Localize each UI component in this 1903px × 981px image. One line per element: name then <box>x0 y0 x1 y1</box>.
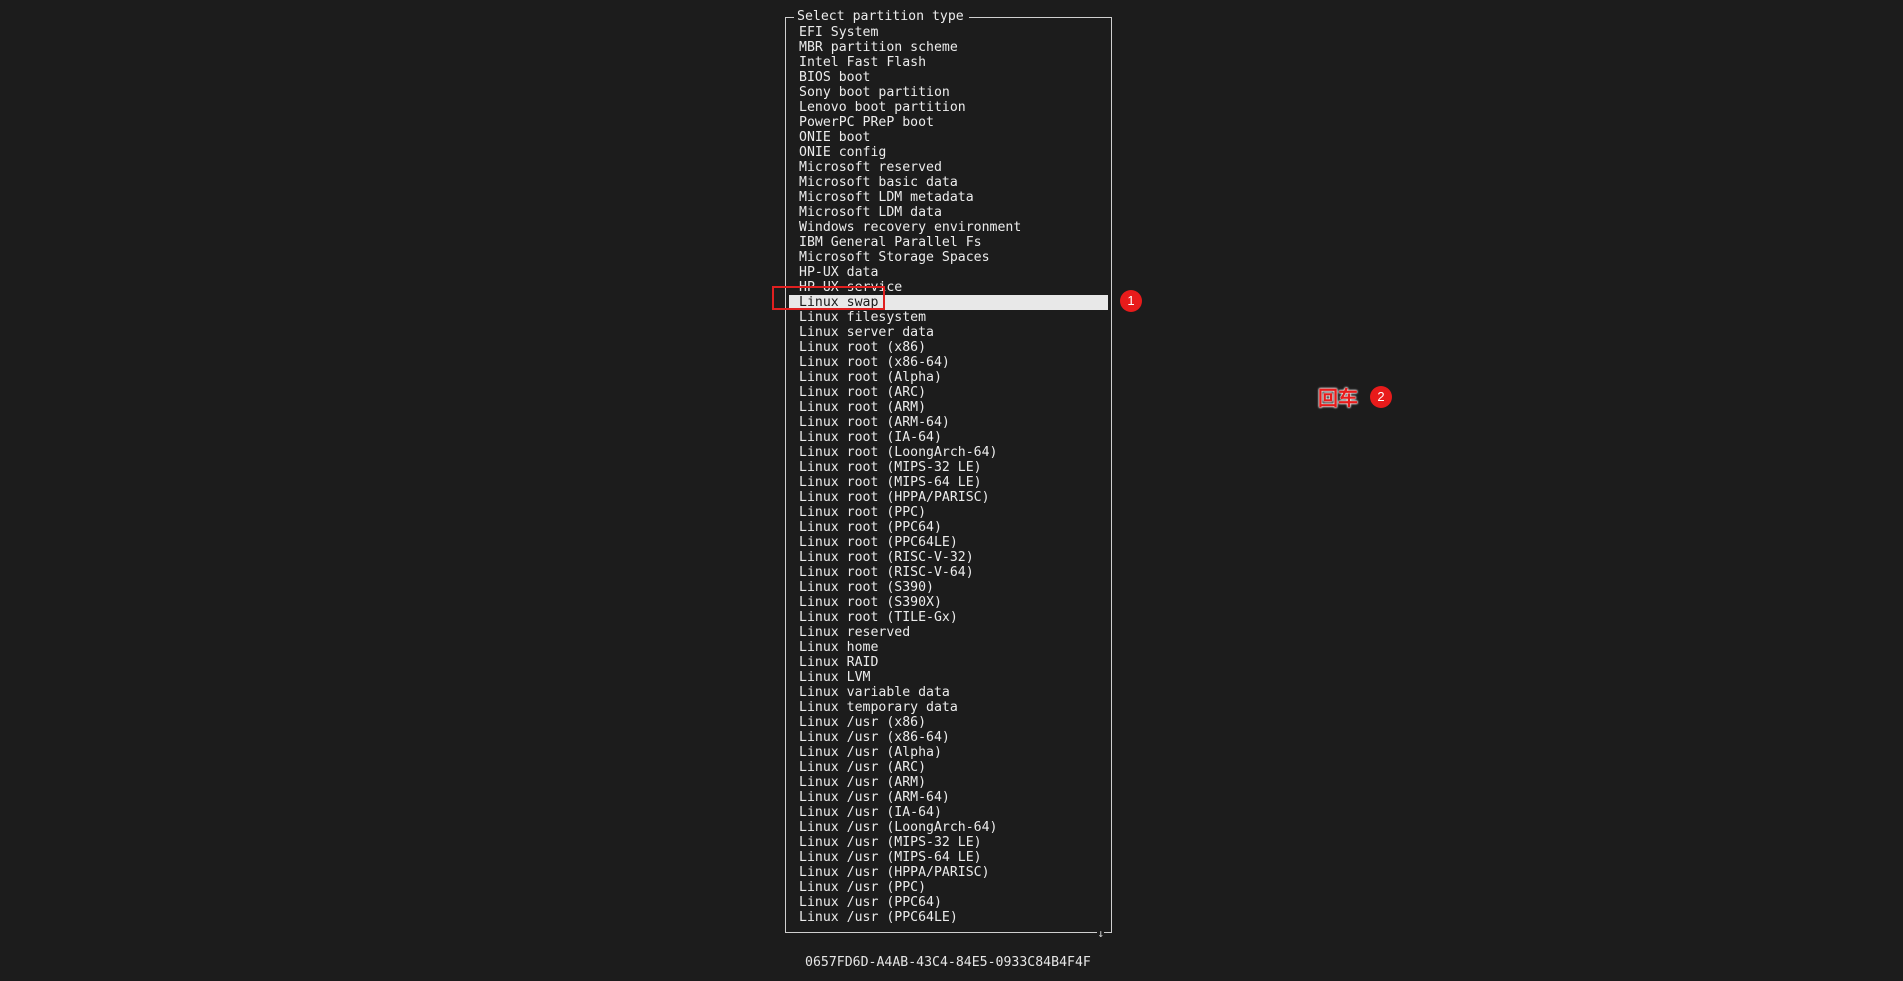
partition-type-item[interactable]: Microsoft reserved <box>789 160 1108 175</box>
partition-type-item[interactable]: Windows recovery environment <box>789 220 1108 235</box>
partition-type-item[interactable]: Linux root (PPC64) <box>789 520 1108 535</box>
annotation-enter-label: 回车 <box>1318 386 1358 410</box>
partition-type-item[interactable]: IBM General Parallel Fs <box>789 235 1108 250</box>
partition-type-item[interactable]: Linux /usr (IA-64) <box>789 805 1108 820</box>
partition-type-item[interactable]: Microsoft LDM data <box>789 205 1108 220</box>
partition-type-item[interactable]: Linux root (x86) <box>789 340 1108 355</box>
partition-type-item[interactable]: Linux /usr (ARC) <box>789 760 1108 775</box>
partition-type-item[interactable]: Linux root (PPC64LE) <box>789 535 1108 550</box>
partition-type-item[interactable]: BIOS boot <box>789 70 1108 85</box>
partition-type-item[interactable]: Linux /usr (ARM) <box>789 775 1108 790</box>
partition-type-item[interactable]: Linux /usr (ARM-64) <box>789 790 1108 805</box>
partition-type-dialog: Select partition type EFI System MBR part… <box>785 9 1112 939</box>
partition-type-item[interactable]: Linux variable data <box>789 685 1108 700</box>
partition-type-item[interactable]: Linux root (S390) <box>789 580 1108 595</box>
partition-type-item[interactable]: Microsoft LDM metadata <box>789 190 1108 205</box>
partition-type-item[interactable]: Linux root (MIPS-64 LE) <box>789 475 1108 490</box>
scroll-down-arrow-icon[interactable]: ↓ <box>1097 928 1104 939</box>
partition-type-item[interactable]: Linux LVM <box>789 670 1108 685</box>
partition-type-item[interactable]: Linux temporary data <box>789 700 1108 715</box>
partition-type-list[interactable]: EFI System MBR partition scheme Intel Fast… <box>789 25 1108 925</box>
partition-type-item[interactable]: Linux root (S390X) <box>789 595 1108 610</box>
partition-type-item[interactable]: Linux /usr (LoongArch-64) <box>789 820 1108 835</box>
annotation-step-1-badge: 1 <box>1120 290 1142 312</box>
partition-type-item[interactable]: Linux home <box>789 640 1108 655</box>
partition-type-item[interactable]: Linux root (Alpha) <box>789 370 1108 385</box>
partition-type-item[interactable]: Linux /usr (PPC64LE) <box>789 910 1108 925</box>
annotation-step-2-badge: 2 <box>1370 386 1392 408</box>
dialog-title: Select partition type <box>794 9 969 24</box>
partition-type-item[interactable]: Linux root (ARM-64) <box>789 415 1108 430</box>
partition-type-item[interactable]: Linux /usr (Alpha) <box>789 745 1108 760</box>
partition-type-item[interactable]: Linux root (RISC-V-64) <box>789 565 1108 580</box>
partition-type-item[interactable]: Linux root (PPC) <box>789 505 1108 520</box>
partition-type-item[interactable]: Intel Fast Flash <box>789 55 1108 70</box>
partition-type-item[interactable]: HP-UX data <box>789 265 1108 280</box>
partition-type-item[interactable]: ONIE config <box>789 145 1108 160</box>
partition-type-item[interactable]: Linux root (TILE-Gx) <box>789 610 1108 625</box>
partition-type-item[interactable]: MBR partition scheme <box>789 40 1108 55</box>
partition-type-item[interactable]: ONIE boot <box>789 130 1108 145</box>
partition-type-item[interactable]: Linux reserved <box>789 625 1108 640</box>
partition-type-item[interactable]: Linux filesystem <box>789 310 1108 325</box>
partition-type-item[interactable]: Linux root (ARC) <box>789 385 1108 400</box>
partition-type-item[interactable]: Microsoft Storage Spaces <box>789 250 1108 265</box>
partition-type-item[interactable]: Sony boot partition <box>789 85 1108 100</box>
partition-type-item[interactable]: Linux root (ARM) <box>789 400 1108 415</box>
partition-type-item[interactable]: Linux /usr (x86) <box>789 715 1108 730</box>
partition-type-item[interactable]: Microsoft basic data <box>789 175 1108 190</box>
partition-type-guid: 0657FD6D-A4AB-43C4-84E5-0933C84B4F4F <box>805 955 1091 970</box>
partition-type-item[interactable]: EFI System <box>789 25 1108 40</box>
partition-type-item[interactable]: Lenovo boot partition <box>789 100 1108 115</box>
partition-type-item[interactable]: Linux root (RISC-V-32) <box>789 550 1108 565</box>
partition-type-item[interactable]: PowerPC PReP boot <box>789 115 1108 130</box>
partition-type-item[interactable]: Linux /usr (PPC64) <box>789 895 1108 910</box>
partition-type-item[interactable]: Linux root (IA-64) <box>789 430 1108 445</box>
partition-type-item[interactable]: Linux root (MIPS-32 LE) <box>789 460 1108 475</box>
partition-type-item[interactable]: Linux /usr (HPPA/PARISC) <box>789 865 1108 880</box>
partition-type-item[interactable]: Linux root (HPPA/PARISC) <box>789 490 1108 505</box>
partition-type-item[interactable]: Linux /usr (PPC) <box>789 880 1108 895</box>
partition-type-item[interactable]: Linux /usr (x86-64) <box>789 730 1108 745</box>
partition-type-item[interactable]: Linux /usr (MIPS-32 LE) <box>789 835 1108 850</box>
partition-type-item[interactable]: Linux server data <box>789 325 1108 340</box>
annotation-highlight-box <box>772 286 885 310</box>
partition-type-item[interactable]: Linux root (x86-64) <box>789 355 1108 370</box>
partition-type-item[interactable]: Linux root (LoongArch-64) <box>789 445 1108 460</box>
partition-type-item[interactable]: Linux /usr (MIPS-64 LE) <box>789 850 1108 865</box>
partition-type-item[interactable]: Linux RAID <box>789 655 1108 670</box>
